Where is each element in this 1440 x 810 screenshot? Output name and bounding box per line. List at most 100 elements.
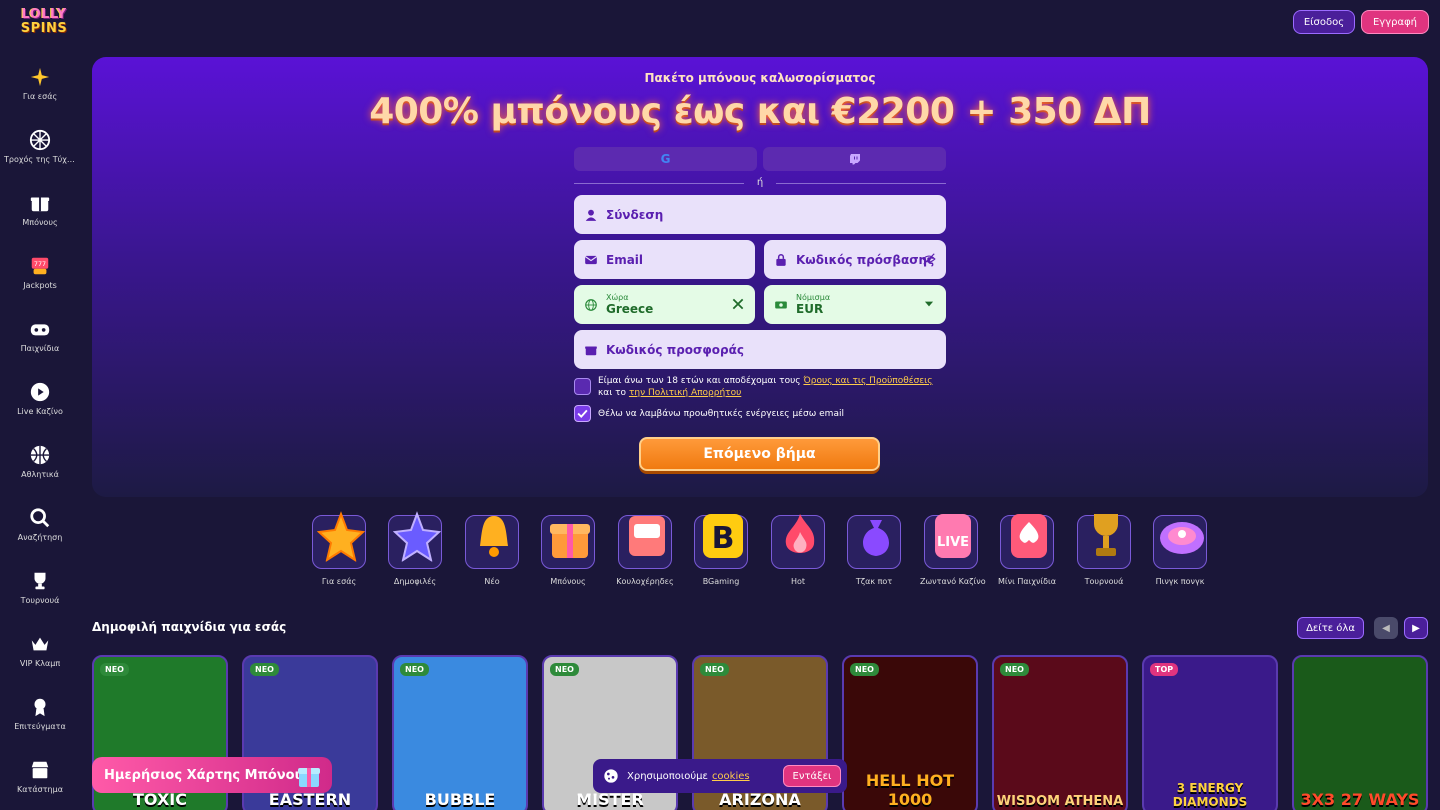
category-tile: [847, 515, 901, 569]
game-card[interactable]: TOP 3 ENERGY DIAMONDS: [1142, 655, 1278, 810]
game-title: HELL HOT 1000: [865, 771, 955, 809]
new-badge: NEO: [700, 663, 729, 676]
chevron-down-icon[interactable]: [922, 297, 936, 311]
promo-email-checkbox[interactable]: [574, 405, 591, 422]
sidebar-item-sports[interactable]: Αθλητικά: [0, 444, 80, 494]
category-for-you[interactable]: Για εσάς: [308, 511, 370, 586]
category-ping-pong[interactable]: Πινγκ πονγκ: [1149, 515, 1211, 586]
google-signin-button[interactable]: G: [574, 147, 757, 171]
privacy-link[interactable]: την Πολιτική Απορρήτου: [629, 388, 741, 398]
hero-title: 400% μπόνους έως και €2200 + 350 ΔΠ: [369, 91, 1151, 132]
twitch-signin-button[interactable]: [763, 147, 946, 171]
lollyspins-logo[interactable]: LOLLY SPINS: [16, 8, 72, 38]
terms-link[interactable]: Όρους και τις Προϋποθέσεις: [803, 376, 932, 386]
new-badge: NEO: [100, 663, 129, 676]
sidebar-item-search[interactable]: Αναζήτηση: [0, 507, 80, 557]
google-icon: G: [660, 152, 671, 166]
email-field[interactable]: Email: [574, 240, 755, 279]
login-button[interactable]: Είσοδος: [1293, 10, 1355, 34]
register-button[interactable]: Εγγραφή: [1361, 10, 1429, 34]
carousel-next-button[interactable]: ▶: [1404, 617, 1428, 639]
password-placeholder: Κωδικός πρόσβασης: [796, 252, 935, 267]
cookie-accept-button[interactable]: Εντάξει: [783, 765, 841, 787]
cookie-icon: [604, 769, 618, 783]
game-card[interactable]: NEO WISDOM ATHENA: [992, 655, 1128, 810]
category-hot[interactable]: Hot: [767, 514, 829, 586]
category-label: Μπόνους: [550, 577, 586, 586]
category-label: Hot: [790, 577, 806, 586]
password-field[interactable]: Κωδικός πρόσβασης: [764, 240, 946, 279]
see-all-button[interactable]: Δείτε όλα: [1297, 617, 1364, 639]
carousel-prev-button[interactable]: ◀: [1374, 617, 1398, 639]
category-popular[interactable]: Δημοφιλές: [384, 511, 446, 586]
sidebar-item-vip[interactable]: VIP Κλαμπ: [0, 633, 80, 683]
currency-value: EUR: [796, 302, 824, 316]
dice-live-icon: LIVE: [935, 514, 971, 558]
terms-text: Είμαι άνω των 18 ετών και αποδέχομαι του…: [598, 375, 948, 399]
category-tournaments[interactable]: Τουρνουά: [1073, 514, 1135, 586]
daily-bonus-banner[interactable]: Ημερήσιος Χάρτης Μπόνους: [92, 757, 332, 793]
gift-icon: [550, 524, 590, 558]
sidebar-item-label: Αθλητικά: [21, 470, 59, 479]
sidebar-item-label: Τουρνουά: [20, 596, 60, 605]
category-bgaming[interactable]: B BGaming: [690, 514, 752, 586]
login-placeholder: Σύνδεση: [606, 207, 664, 222]
category-bonus[interactable]: Μπόνους: [537, 515, 599, 586]
currency-field[interactable]: Νόμισμα EUR: [764, 285, 946, 324]
category-label: Κουλοχέρηδες: [616, 577, 674, 586]
new-badge: NEO: [550, 663, 579, 676]
game-card[interactable]: 3X3 27 WAYS: [1292, 655, 1428, 810]
gift-icon: [30, 197, 50, 212]
play-icon: [30, 382, 50, 402]
sidebar-item-label: Τροχός της Τύχης: [4, 155, 77, 164]
flame-icon: [785, 514, 815, 553]
svg-text:LIVE: LIVE: [937, 535, 969, 550]
sidebar-item-wheel[interactable]: Τροχός της Τύχης: [0, 129, 80, 179]
sidebar-item-live-casino[interactable]: Live Καζίνο: [0, 381, 80, 431]
sidebar-item-achievements[interactable]: Επιτεύγματα: [0, 696, 80, 746]
chevron-right-icon: ▶: [1412, 622, 1420, 634]
popular-games-title: Δημοφιλή παιχνίδια για εσάς: [92, 620, 287, 634]
sidebar-item-shop[interactable]: Κατάστημα: [0, 759, 80, 809]
category-live-casino[interactable]: LIVE Ζωντανό Καζίνο: [920, 514, 986, 586]
sidebar-item-for-you[interactable]: Για εσάς: [0, 66, 80, 116]
country-field[interactable]: Χώρα Greece: [574, 285, 755, 324]
or-separator: ή: [756, 177, 764, 188]
login-field[interactable]: Σύνδεση: [574, 195, 946, 234]
logo-line-1: LOLLY: [21, 7, 67, 22]
category-new[interactable]: Νέο: [461, 515, 523, 586]
next-step-button[interactable]: Επόμενο βήμα: [639, 437, 880, 471]
country-label: Χώρα: [606, 293, 629, 302]
user-icon: [585, 209, 597, 221]
svg-text:B: B: [712, 521, 735, 556]
cookie-link[interactable]: cookies: [712, 771, 750, 782]
terms-checkbox[interactable]: [574, 378, 591, 395]
sidebar-item-tournaments[interactable]: Τουρνουά: [0, 570, 80, 620]
slot-machine-icon: 777: [31, 257, 49, 275]
sidebar-item-label: Για εσάς: [22, 92, 58, 101]
new-badge: NEO: [1000, 663, 1029, 676]
category-label: Τουρνουά: [1084, 577, 1124, 586]
lock-icon: [776, 253, 786, 266]
crown-icon: [31, 637, 49, 651]
sidebar-item-jackpots[interactable]: 777 Jackpots: [0, 255, 80, 305]
category-tile: [618, 515, 672, 569]
roulette-icon: [1160, 522, 1204, 554]
divider-right: [776, 183, 946, 184]
game-title: WISDOM ATHENA: [996, 794, 1124, 809]
sidebar-item-label: VIP Κλαμπ: [19, 659, 61, 668]
category-jackpot[interactable]: Τζακ ποτ: [843, 515, 905, 586]
category-mini-games[interactable]: Μίνι Παιχνίδια: [996, 514, 1058, 586]
sidebar-item-bonus[interactable]: Μπόνους: [0, 192, 80, 242]
eye-off-icon[interactable]: [922, 252, 936, 266]
star-icon: [393, 511, 441, 562]
sidebar-item-games[interactable]: Παιχνίδια: [0, 318, 80, 368]
game-card[interactable]: NEO HELL HOT 1000: [842, 655, 978, 810]
cookie-text: Χρησιμοποιούμε: [627, 770, 708, 782]
sidebar-item-label: Live Καζίνο: [17, 407, 63, 416]
clear-icon[interactable]: [731, 297, 745, 311]
promo-code-field[interactable]: Κωδικός προσφοράς: [574, 330, 946, 369]
game-card[interactable]: NEO BUBBLE: [392, 655, 528, 810]
category-slots[interactable]: Κουλοχέρηδες: [614, 515, 676, 586]
top-badge: TOP: [1150, 663, 1179, 676]
